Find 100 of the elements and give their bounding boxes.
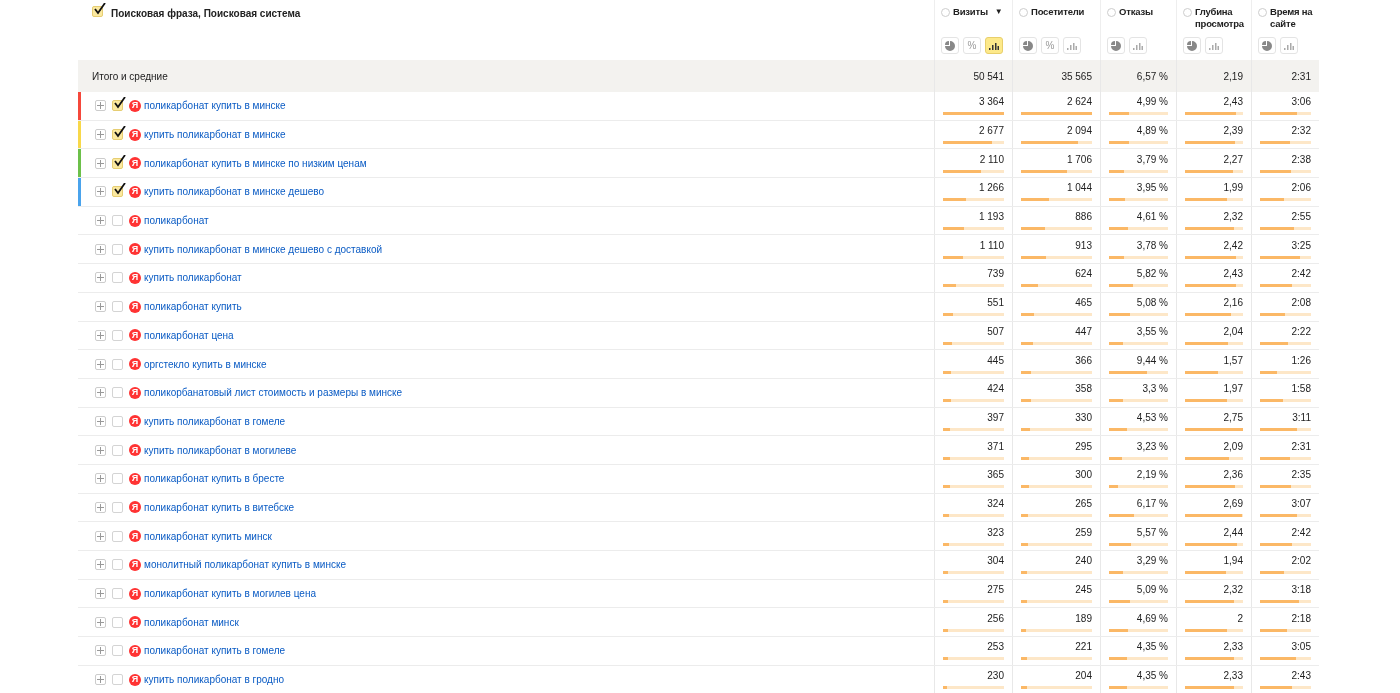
search-engine-icon: Я <box>129 472 141 485</box>
expand-button[interactable] <box>95 129 106 141</box>
expand-button[interactable] <box>95 272 106 284</box>
expand-button[interactable] <box>95 530 106 542</box>
checkbox[interactable] <box>112 100 123 112</box>
expand-button[interactable] <box>95 186 106 198</box>
phrase-link[interactable]: купить поликарбонат в минске <box>144 127 286 143</box>
checkbox[interactable] <box>112 329 123 341</box>
checkbox[interactable] <box>112 444 123 456</box>
checkbox[interactable] <box>112 415 123 427</box>
expand-button[interactable] <box>95 387 106 399</box>
checkbox[interactable] <box>112 301 123 313</box>
checkbox[interactable] <box>112 215 123 227</box>
checkbox[interactable] <box>112 358 123 370</box>
phrase-link[interactable]: монолитный поликарбонат купить в минске <box>144 557 346 573</box>
expand-button[interactable] <box>95 559 106 571</box>
search-engine-icon: Я <box>129 501 141 514</box>
metric-value: 4,35 % <box>1135 641 1168 654</box>
metric-value: 2,16 <box>1222 297 1243 310</box>
bar-chart-button[interactable] <box>985 37 1003 54</box>
checkbox[interactable] <box>112 243 123 255</box>
metric-value: 886 <box>1074 211 1092 224</box>
column-header[interactable]: Посетители <box>1031 6 1085 18</box>
phrase-link[interactable]: купить поликарбонат в минске дешево с доставкой <box>144 241 383 257</box>
phrase-link[interactable]: поликарбонат купить <box>144 299 242 315</box>
expand-button[interactable] <box>95 301 106 313</box>
expand-button[interactable] <box>95 616 106 628</box>
phrase-link[interactable]: купить поликарбонат в гродно <box>144 672 285 688</box>
phrase-link[interactable]: поликарбонат купить минск <box>144 528 272 544</box>
phrase-link[interactable]: поликарбонат купить в бресте <box>144 471 285 487</box>
expand-button[interactable] <box>95 415 106 427</box>
phrase-link[interactable]: купить поликарбонат в могилеве <box>144 442 297 458</box>
column-header[interactable]: Визиты <box>953 6 988 18</box>
metric-value: 365 <box>986 469 1004 482</box>
expand-button[interactable] <box>95 157 106 169</box>
column-header[interactable]: Отказы <box>1119 6 1153 18</box>
pie-chart-button[interactable] <box>1107 37 1125 54</box>
metric-value: 230 <box>986 670 1004 683</box>
expand-button[interactable] <box>95 473 106 485</box>
expand-button[interactable] <box>95 243 106 255</box>
phrase-link[interactable]: поликарбонат минск <box>144 614 239 630</box>
column-header[interactable]: Глубина просмотра <box>1195 6 1249 30</box>
pie-chart-icon <box>1023 40 1033 51</box>
checkbox[interactable] <box>112 157 123 169</box>
help-icon <box>1183 6 1192 17</box>
metric-value: 2:32 <box>1290 125 1311 138</box>
metric-value: 3,23 % <box>1135 440 1168 453</box>
column-header[interactable]: Время на сайте <box>1270 6 1317 30</box>
expand-button[interactable] <box>95 444 106 456</box>
checkbox[interactable] <box>112 674 123 686</box>
expand-button[interactable] <box>95 329 106 341</box>
pie-chart-button[interactable] <box>1258 37 1276 54</box>
checkbox[interactable] <box>112 387 123 399</box>
pie-chart-button[interactable] <box>1183 37 1201 54</box>
metric-value: 1:26 <box>1290 354 1311 367</box>
sort-indicator[interactable]: ▼ <box>994 6 1003 18</box>
checkbox[interactable] <box>112 559 123 571</box>
phrase-link[interactable]: купить поликарбонат в гомеле <box>144 413 286 429</box>
expand-button[interactable] <box>95 674 106 686</box>
phrase-link[interactable]: купить поликарбонат <box>144 270 242 286</box>
expand-button[interactable] <box>95 100 106 112</box>
search-engine-icon: Я <box>129 587 141 600</box>
phrase-link[interactable]: поликарбонат цена <box>144 327 234 343</box>
checkbox[interactable] <box>92 6 103 17</box>
phrase-link[interactable]: поликарбонат <box>144 213 209 229</box>
checkbox[interactable] <box>112 272 123 284</box>
pie-chart-button[interactable] <box>941 37 959 54</box>
metric-value: 265 <box>1074 497 1092 510</box>
pie-chart-button[interactable] <box>1019 37 1037 54</box>
checkbox[interactable] <box>112 186 123 198</box>
total-value: 2:31 <box>1291 69 1311 84</box>
metric-value: 323 <box>986 526 1004 539</box>
phrase-link[interactable]: купить поликарбонат в минске дешево <box>144 184 325 200</box>
phrase-link[interactable]: поликорбанатовый лист стоимость и размеры в минске <box>144 385 403 401</box>
metric-value: 1 110 <box>978 239 1004 252</box>
checkbox[interactable] <box>112 616 123 628</box>
phrase-link[interactable]: оргстекло купить в минске <box>144 356 267 372</box>
checkbox[interactable] <box>112 473 123 485</box>
search-engine-icon: Я <box>129 644 141 657</box>
expand-button[interactable] <box>95 358 106 370</box>
expand-button[interactable] <box>95 588 106 600</box>
metric-value: 189 <box>1074 612 1092 625</box>
expand-button[interactable] <box>95 501 106 513</box>
phrase-link[interactable]: поликарбонат купить в могилев цена <box>144 586 316 602</box>
checkbox[interactable] <box>112 588 123 600</box>
phrase-link[interactable]: поликарбонат купить в гомеле <box>144 643 286 659</box>
phrase-link[interactable]: поликарбонат купить в витебске <box>144 499 295 515</box>
expand-button[interactable] <box>95 215 106 227</box>
phrase-link[interactable]: поликарбонат купить в минске по низким ценам <box>144 155 367 171</box>
metric-value: 295 <box>1074 440 1092 453</box>
phrase-link[interactable]: поликарбонат купить в минске <box>144 98 286 114</box>
expand-button[interactable] <box>95 645 106 657</box>
checkbox[interactable] <box>112 501 123 513</box>
metric-value: 2:35 <box>1290 469 1311 482</box>
checkbox[interactable] <box>112 530 123 542</box>
metric-value: 2:31 <box>1290 440 1311 453</box>
metric-value: 2,69 <box>1222 497 1243 510</box>
checkbox[interactable] <box>112 645 123 657</box>
pie-chart-icon <box>945 40 955 51</box>
checkbox[interactable] <box>112 129 123 141</box>
